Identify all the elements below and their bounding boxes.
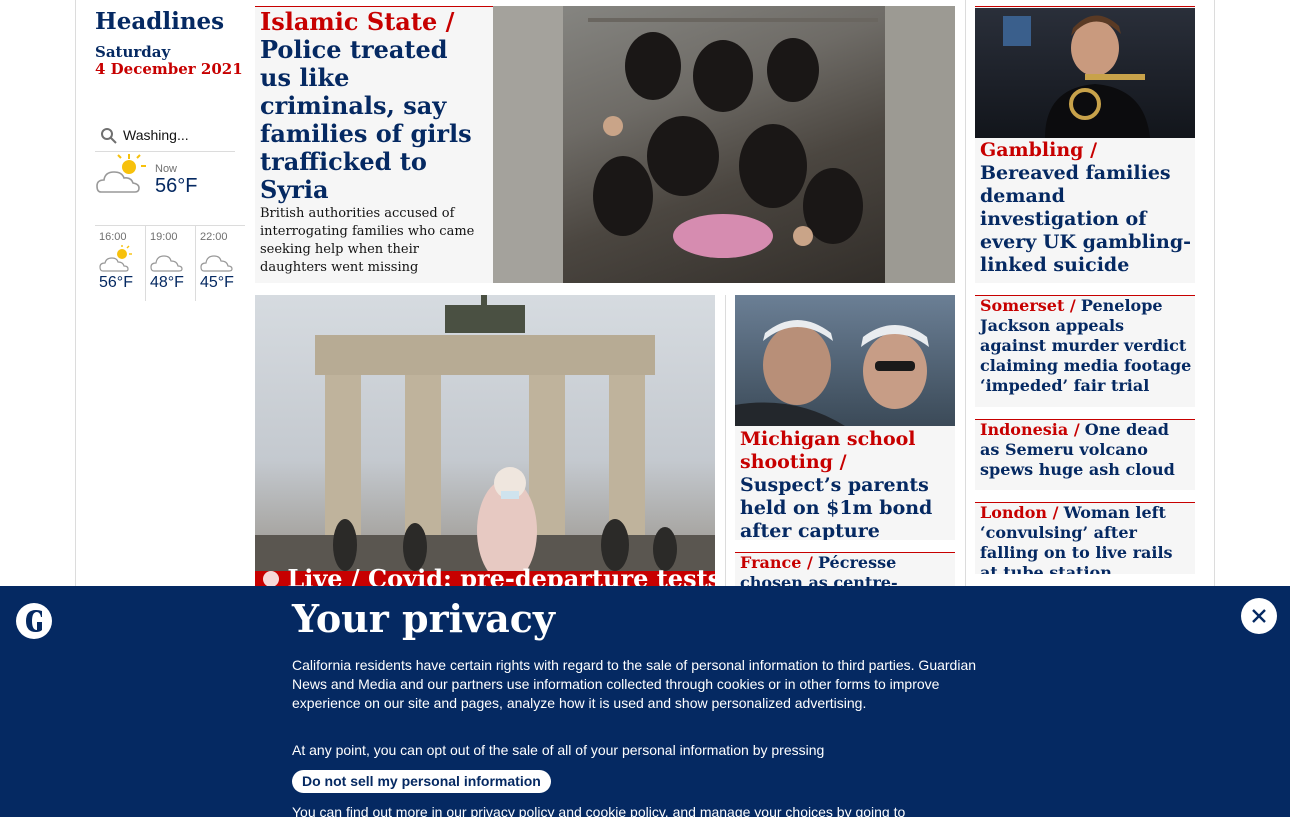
forecast-item: 19:00 48°F [144, 226, 195, 301]
story-image [735, 295, 955, 426]
privacy-body: California residents have certain rights… [292, 657, 977, 711]
story-kicker: Gambling / [980, 139, 1098, 161]
story-kicker: Michigan school shooting / [740, 428, 916, 473]
privacy-banner: Your privacy California residents have c… [0, 586, 1290, 817]
search-icon [101, 127, 117, 144]
story-kicker: Somerset / [980, 296, 1076, 315]
story-image [975, 8, 1195, 138]
card-topline [975, 6, 1195, 7]
story-card-michigan[interactable]: Michigan school shooting / Suspect’s par… [735, 295, 955, 540]
story-kicker: Indonesia / [980, 420, 1080, 439]
story-card-france[interactable]: France / Pécresse chosen as centre-right… [735, 552, 955, 586]
date-full: 4 December 2021 [95, 60, 243, 78]
date-day: Saturday [95, 43, 171, 61]
story-card-islamic-state[interactable]: Islamic State / Police treated us like c… [255, 6, 955, 283]
story-card-somerset[interactable]: Somerset / Penelope Jackson appeals agai… [975, 295, 1195, 407]
story-kicker: London / [980, 503, 1059, 522]
close-icon [1252, 609, 1266, 623]
story-kicker: Covid: [368, 564, 452, 587]
live-label: Live / [287, 564, 360, 587]
partly-cloudy-icon [96, 154, 146, 193]
privacy-text: and [554, 804, 586, 817]
do-not-sell-button[interactable]: Do not sell my personal information [292, 770, 551, 793]
column-divider [965, 0, 966, 586]
story-standfirst: British authorities accused of interroga… [260, 206, 475, 275]
story-image [255, 295, 715, 571]
story-headline: Bereaved families demand investigation o… [980, 162, 1191, 276]
forecast-item: 22:00 45°F [194, 226, 245, 301]
forecast-temp: 45°F [199, 274, 234, 291]
weather-now-temp: 56°F [155, 175, 198, 197]
privacy-policy-link[interactable]: privacy policy [471, 804, 555, 817]
guardian-logo-icon [16, 603, 52, 639]
privacy-body-more: You can find out more in our privacy pol… [292, 804, 1002, 817]
story-card-indonesia[interactable]: Indonesia / One dead as Semeru volcano s… [975, 419, 1195, 490]
story-card-covid-live[interactable]: Live / Covid: pre-departure tests return [255, 295, 715, 586]
live-dot-icon [263, 571, 279, 586]
location-input[interactable] [123, 126, 228, 143]
close-button[interactable] [1241, 598, 1277, 634]
forecast-temp: 56°F [99, 274, 133, 291]
cloudy-night-icon [200, 255, 233, 272]
column-divider [725, 295, 726, 586]
story-headline: pre-departure tests return [460, 564, 715, 587]
forecast-temp: 48°F [149, 274, 184, 291]
weather-forecast: 16:00 56°F 19:00 48°F 22:00 45°F [95, 225, 245, 301]
story-card-london[interactable]: London / Woman left ‘convulsing’ after f… [975, 502, 1195, 574]
cookie-policy-link[interactable]: cookie policy [586, 804, 665, 817]
section-title: Headlines [95, 8, 225, 35]
forecast-time: 16:00 [99, 231, 127, 243]
privacy-body-optout: At any point, you can opt out of the sal… [292, 742, 825, 758]
cloudy-night-icon [150, 255, 183, 272]
story-image [493, 6, 955, 283]
story-headline: Suspect’s parents held on $1m bond after… [740, 474, 933, 540]
weather-now-label: Now [155, 163, 178, 175]
forecast-time: 22:00 [199, 231, 228, 243]
story-card-gambling[interactable]: Gambling / Bereaved families demand inve… [975, 6, 1195, 283]
privacy-title: Your privacy [292, 596, 555, 641]
location-search[interactable] [95, 118, 235, 152]
story-headline: Police treated us like criminals, say fa… [260, 35, 472, 204]
story-kicker: Islamic State / [260, 7, 455, 36]
partly-cloudy-icon [99, 245, 132, 272]
forecast-item: 16:00 56°F [95, 226, 145, 301]
story-kicker: France / [740, 553, 813, 572]
privacy-text: , and manage your choices by going to [664, 804, 906, 817]
forecast-time: 19:00 [149, 231, 178, 243]
privacy-text: You can find out more in our [292, 804, 471, 817]
